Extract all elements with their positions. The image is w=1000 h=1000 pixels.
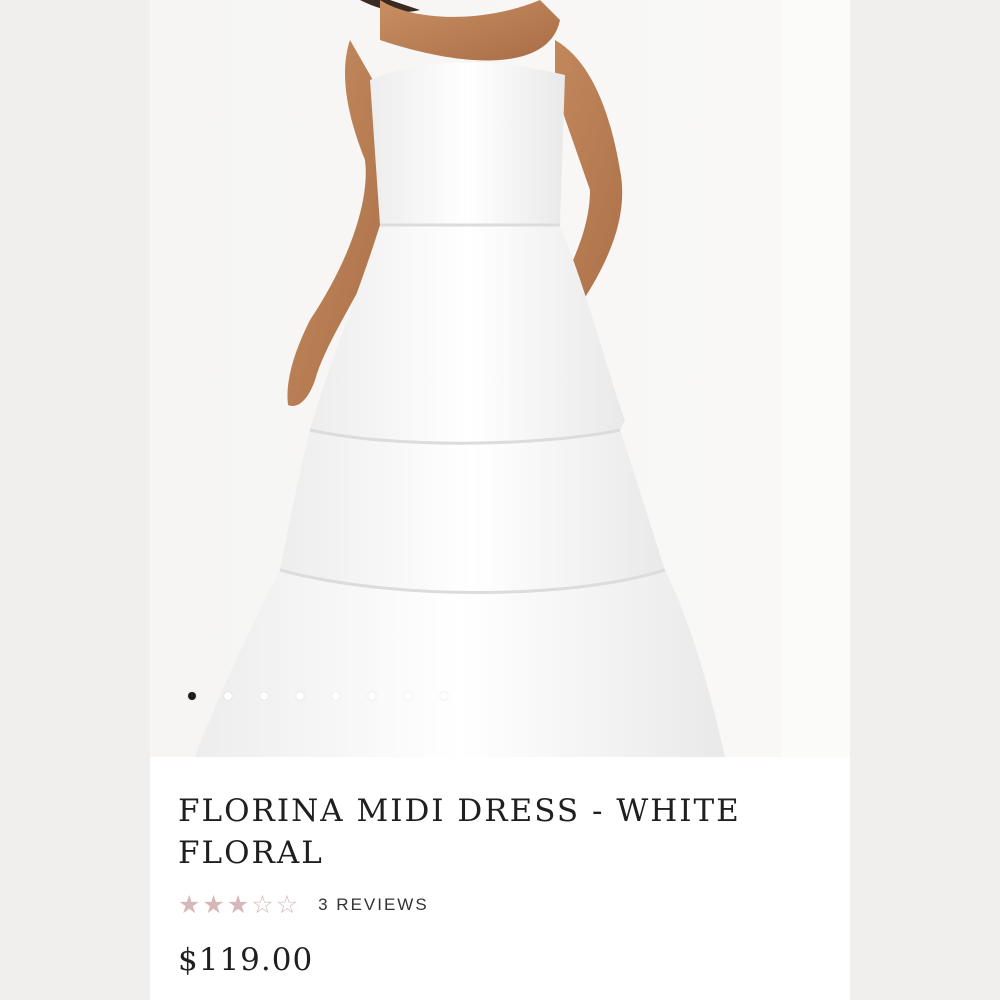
star-filled-icon: ★ bbox=[178, 890, 201, 919]
background-right bbox=[850, 0, 1000, 1000]
product-price: $119.00 bbox=[178, 942, 314, 978]
carousel-dot-2[interactable] bbox=[224, 692, 232, 700]
carousel-dot-5[interactable] bbox=[332, 692, 340, 700]
carousel-dot-1[interactable] bbox=[188, 692, 196, 700]
star-rating[interactable]: ★ ★ ★ ☆ ☆ bbox=[178, 892, 300, 918]
product-info: FLORINA MIDI DRESS - WHITE FLORAL ★ ★ ★ … bbox=[178, 790, 818, 978]
carousel-dot-7[interactable] bbox=[404, 692, 412, 700]
star-outline-icon: ☆ bbox=[251, 890, 274, 919]
star-filled-icon: ★ bbox=[202, 890, 225, 919]
reviews-link[interactable]: 3 REVIEWS bbox=[318, 895, 429, 915]
image-edge-strip bbox=[782, 0, 850, 757]
star-outline-icon: ☆ bbox=[275, 890, 299, 919]
rating-row: ★ ★ ★ ☆ ☆ 3 REVIEWS bbox=[178, 892, 818, 918]
product-card: FLORINA MIDI DRESS - WHITE FLORAL ★ ★ ★ … bbox=[150, 0, 850, 1000]
background-left bbox=[0, 0, 150, 1000]
product-image[interactable] bbox=[150, 0, 782, 757]
carousel-dot-6[interactable] bbox=[368, 692, 376, 700]
carousel-dot-4[interactable] bbox=[296, 692, 304, 700]
product-title: FLORINA MIDI DRESS - WHITE FLORAL bbox=[178, 793, 741, 871]
carousel-dots bbox=[188, 692, 476, 700]
page: FLORINA MIDI DRESS - WHITE FLORAL ★ ★ ★ … bbox=[0, 0, 1000, 1000]
star-filled-icon: ★ bbox=[226, 890, 250, 919]
carousel-dot-8[interactable] bbox=[440, 692, 448, 700]
dress-photo-icon bbox=[150, 0, 782, 757]
carousel-dot-3[interactable] bbox=[260, 692, 268, 700]
